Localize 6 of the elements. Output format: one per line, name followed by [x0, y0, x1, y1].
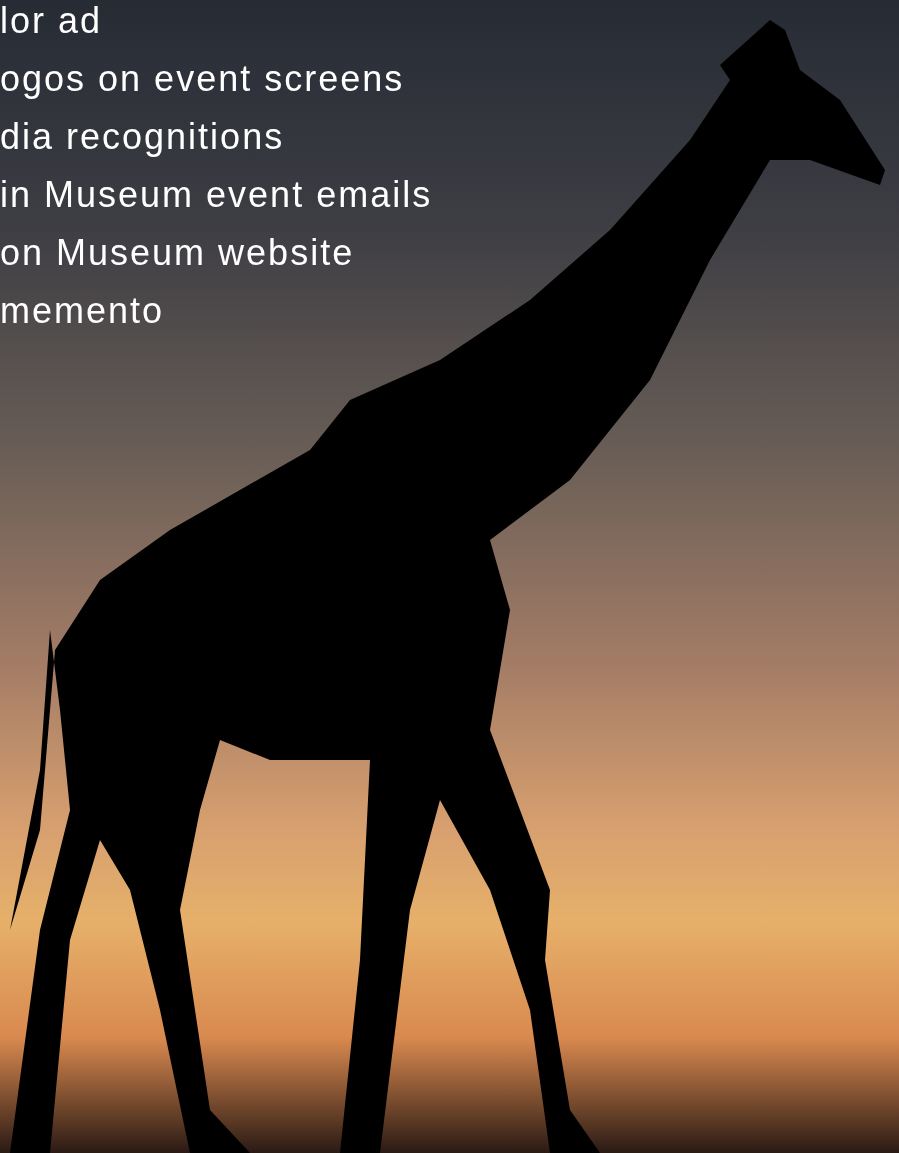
- benefit-text: in Museum event emails: [0, 173, 433, 217]
- benefit-text: on Museum website: [0, 231, 356, 275]
- benefit-text: memento: [0, 289, 166, 333]
- benefit-text: lor ad: [0, 0, 104, 43]
- benefit-text: ogos on event screens: [0, 57, 406, 101]
- benefit-text: dia recognitions: [0, 115, 286, 159]
